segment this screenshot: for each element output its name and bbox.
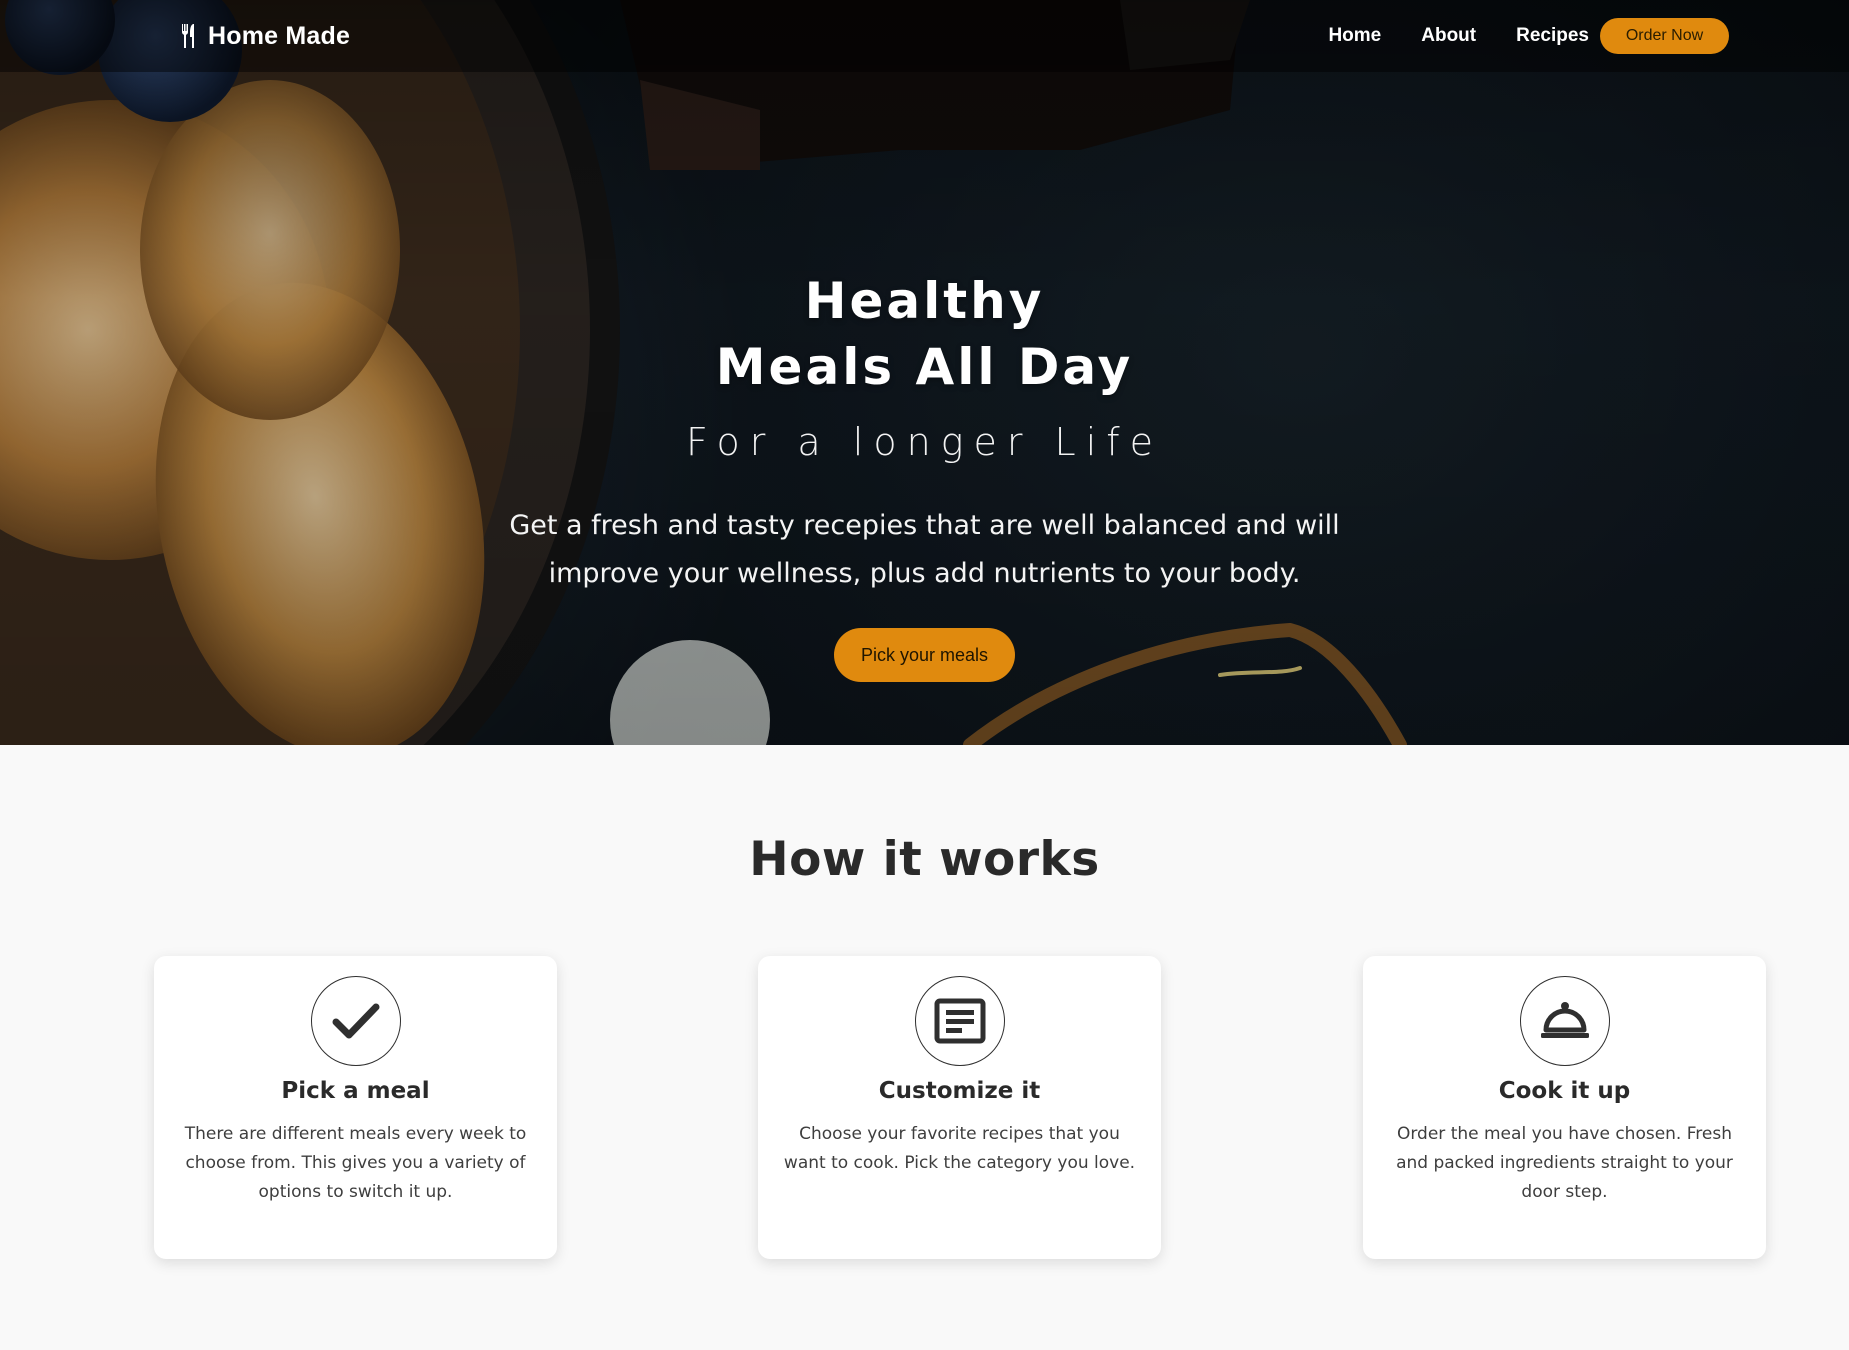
order-now-button[interactable]: Order Now [1600,18,1729,54]
serving-cloche-icon-circle [1519,976,1610,1066]
pick-meals-button[interactable]: Pick your meals [834,628,1015,682]
step-title: Customize it [878,1078,1041,1104]
step-title: Pick a meal [281,1078,430,1104]
nav-links: Home About Recipes [1328,0,1589,72]
nav-link-recipes[interactable]: Recipes [1516,25,1589,47]
utensils-icon [182,24,194,48]
serving-cloche-icon [1540,1002,1589,1038]
how-it-works-heading: How it works [749,832,1100,887]
brand-name: Home Made [208,21,351,50]
step-description: Order the meal you have chosen. Fresh an… [1396,1124,1733,1202]
brand-logo[interactable]: Home Made [180,19,350,53]
step-card-pick-meal: Pick a meal There are different meals ev… [154,956,557,1259]
document-list-icon [934,998,985,1044]
hero-subtitle: For a longer Life [685,420,1164,464]
step-description: There are different meals every week to … [184,1124,527,1202]
hero-content: Healthy Meals All Day For a longer Life … [0,268,1849,682]
nav-link-about[interactable]: About [1421,25,1476,47]
hero-description: Get a fresh and tasty recepies that are … [509,510,1340,589]
hero-title: Healthy Meals All Day [0,268,1849,400]
hero-title-line-1: Healthy [804,272,1045,330]
hero-title-line-2: Meals All Day [715,338,1134,396]
step-description: Choose your favorite recipes that you wa… [783,1124,1136,1173]
document-list-icon-circle [914,976,1005,1066]
top-navbar: Home Made Home About Recipes Order Now [0,0,1849,72]
checkmark-icon [332,1003,379,1039]
hero-section: Home Made Home About Recipes Order Now H… [0,0,1849,745]
step-card-cook: Cook it up Order the meal you have chose… [1363,956,1766,1259]
nav-link-home[interactable]: Home [1328,25,1381,47]
step-card-customize: Customize it Choose your favorite recipe… [758,956,1161,1259]
checkmark-icon-circle [310,976,401,1066]
step-title: Cook it up [1498,1078,1631,1104]
